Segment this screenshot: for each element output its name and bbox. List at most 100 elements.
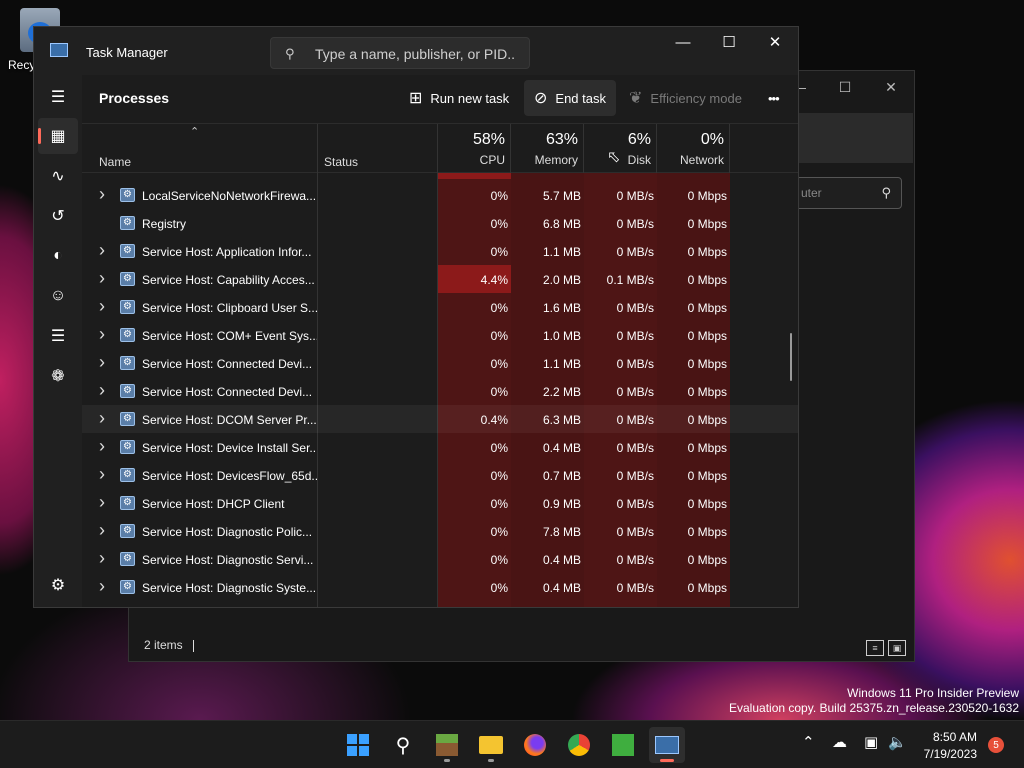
expand-chevron-icon[interactable]: › — [99, 268, 105, 289]
expand-chevron-icon[interactable]: › — [99, 352, 105, 373]
process-row[interactable]: › ⚙ Service Host: DevicesFlow_65d... 0% 0.7 … — [82, 461, 798, 489]
app-history-icon[interactable]: ↺ — [38, 198, 78, 234]
start-button[interactable] — [340, 727, 376, 763]
expand-chevron-icon[interactable]: › — [99, 464, 105, 485]
process-row[interactable]: › ⚙ Service Host: Application Infor... 0% 1.… — [82, 237, 798, 265]
search-button[interactable]: ⚲ — [385, 727, 421, 763]
system-clock[interactable]: 8:50 AM 7/19/2023 — [924, 729, 977, 763]
efficiency-mode-label: Efficiency mode — [650, 90, 742, 106]
firefox-icon — [524, 734, 546, 756]
process-network-value: 0 Mbps — [687, 525, 727, 539]
task-manager-taskbar-button[interactable] — [649, 727, 685, 763]
explorer-maximize-icon[interactable]: ☐ — [822, 71, 868, 103]
process-network-value: 0 Mbps — [687, 273, 727, 287]
volume-icon[interactable]: 🔈 — [888, 733, 907, 751]
process-row[interactable]: › ⚙ LocalServiceNoNetworkFirewa... 0% 5.7 MB… — [82, 181, 798, 209]
column-header-name[interactable]: Name — [99, 155, 131, 169]
vertical-scrollbar[interactable] — [790, 333, 792, 381]
performance-icon[interactable]: ∿ — [38, 158, 78, 194]
process-cpu-value: 0% — [490, 385, 508, 399]
process-row[interactable]: ⚙ Registry 0% 6.8 MB 0 MB/s 0 Mbps — [82, 209, 798, 237]
creeper-button[interactable] — [605, 727, 641, 763]
service-process-icon: ⚙ — [120, 496, 135, 510]
expand-chevron-icon[interactable]: › — [99, 436, 105, 457]
process-row[interactable]: › ⚙ Service Host: Device Install Ser... 0% 0… — [82, 433, 798, 461]
firefox-button[interactable] — [517, 727, 553, 763]
efficiency-mode-button[interactable]: ❦ Efficiency mode — [619, 80, 752, 116]
expand-chevron-icon[interactable]: › — [99, 492, 105, 513]
close-icon[interactable]: ✕ — [752, 27, 798, 57]
column-header-disk[interactable]: 6% Disk — [579, 131, 651, 167]
file-explorer-button[interactable] — [473, 727, 509, 763]
explorer-close-icon[interactable]: ✕ — [868, 71, 914, 103]
process-row[interactable]: › ⚙ Service Host: DHCP Client 0% 0.9 MB 0 MB/… — [82, 489, 798, 517]
maximize-icon[interactable]: ☐ — [706, 27, 752, 57]
process-row[interactable]: › ⚙ Service Host: Clipboard User S... 0% 1.6… — [82, 293, 798, 321]
details-icon[interactable]: ☰ — [38, 318, 78, 354]
expand-chevron-icon[interactable]: › — [99, 240, 105, 261]
process-disk-value: 0 MB/s — [616, 469, 654, 483]
process-row[interactable]: › ⚙ Service Host: Connected Devi... 0% 2.2 M… — [82, 377, 798, 405]
task-manager-window[interactable]: Task Manager ⚲ — ☐ ✕ ☰ ▦ ∿ ↺ ◐ ☺ ☰ ❁ ⚙ P… — [33, 26, 799, 608]
network-icon[interactable]: ▣ — [864, 733, 878, 751]
expand-chevron-icon[interactable]: › — [99, 576, 105, 597]
onedrive-icon[interactable]: ☁ — [832, 733, 847, 751]
process-row[interactable]: › ⚙ Service Host: COM+ Event Sys... 0% 1.0 M… — [82, 321, 798, 349]
expand-chevron-icon[interactable]: › — [99, 296, 105, 317]
process-cpu-value: 0.4% — [480, 413, 508, 427]
task-manager-icon — [655, 736, 679, 754]
expand-chevron-icon[interactable]: › — [99, 548, 105, 569]
explorer-view-toggles: ≡ ▣ — [866, 640, 906, 656]
details-view-icon[interactable]: ≡ — [866, 640, 884, 656]
process-list[interactable]: › ⚙ LocalServiceNoNetworkFirewa... 0% 5.7 MB… — [82, 173, 798, 607]
service-process-icon: ⚙ — [120, 188, 135, 202]
chrome-button[interactable] — [561, 727, 597, 763]
process-row[interactable]: › ⚙ Service Host: Connected Devi... 0% 1.1 M… — [82, 349, 798, 377]
end-task-label: End task — [555, 90, 606, 106]
notification-badge[interactable]: 5 — [988, 737, 1004, 753]
startup-apps-icon[interactable]: ◐ — [38, 238, 78, 274]
expand-chevron-icon[interactable]: › — [99, 408, 105, 429]
process-row[interactable]: › ⚙ Service Host: Capability Acces... 4.4% 2… — [82, 265, 798, 293]
process-row[interactable]: › ⚙ Service Host: Diagnostic Syste... 0% 0.4… — [82, 573, 798, 601]
hamburger-menu-icon[interactable]: ☰ — [38, 79, 78, 115]
service-process-icon: ⚙ — [120, 216, 135, 230]
run-new-task-icon: ⊞ — [409, 90, 423, 107]
process-row[interactable]: › ⚙ Service Host: DCOM Server Pr... 0.4% 6.3… — [82, 405, 798, 433]
explorer-search-field[interactable]: uter ⚲ — [794, 177, 902, 209]
process-name: Service Host: Capability Acces... — [142, 273, 315, 287]
end-task-button[interactable]: ⊘ End task — [524, 80, 616, 116]
column-header-network[interactable]: 0% Network — [652, 131, 724, 167]
more-options-button[interactable]: ••• — [758, 80, 789, 116]
users-icon[interactable]: ☺ — [38, 278, 78, 314]
process-memory-value: 2.0 MB — [542, 273, 581, 287]
process-search-input[interactable] — [315, 44, 515, 64]
run-new-task-button[interactable]: ⊞ Run new task — [399, 80, 519, 116]
expand-chevron-icon[interactable]: › — [99, 380, 105, 401]
chevron-up-icon[interactable]: ⌃ — [802, 733, 815, 751]
process-name: Service Host: DHCP Client — [142, 497, 285, 511]
process-network-value: 0 Mbps — [687, 553, 727, 567]
minimize-icon[interactable]: — — [660, 27, 706, 57]
processes-page: Processes ⊞ Run new task ⊘ End task ❦ Ef… — [82, 75, 798, 607]
process-search-box[interactable]: ⚲ — [270, 37, 530, 69]
processes-icon[interactable]: ▦ — [38, 118, 78, 154]
expand-chevron-icon[interactable]: › — [99, 184, 105, 205]
expand-chevron-icon[interactable]: › — [99, 324, 105, 345]
cpu-total-percent: 58% — [472, 131, 505, 148]
column-header-status[interactable]: Status — [324, 155, 358, 169]
services-icon[interactable]: ❁ — [38, 358, 78, 394]
status-separator — [192, 639, 194, 652]
process-row[interactable]: › ⚙ Service Host: Diagnostic Polic... 0% 7.8… — [82, 517, 798, 545]
title-bar[interactable]: Task Manager ⚲ — ☐ ✕ — [34, 27, 798, 75]
process-name: Service Host: Device Install Ser... — [142, 441, 317, 455]
large-icons-view-icon[interactable]: ▣ — [888, 640, 906, 656]
process-network-value: 0 Mbps — [687, 357, 727, 371]
minecraft-button[interactable] — [429, 727, 465, 763]
column-header-cpu[interactable]: 58% CPU — [433, 131, 505, 167]
expand-chevron-icon[interactable]: › — [99, 520, 105, 541]
settings-icon[interactable]: ⚙ — [38, 567, 78, 603]
column-header-memory[interactable]: 63% Memory — [506, 131, 578, 167]
process-row[interactable]: › ⚙ Service Host: Diagnostic Servi... 0% 0.4… — [82, 545, 798, 573]
search-icon: ⚲ — [395, 734, 411, 757]
